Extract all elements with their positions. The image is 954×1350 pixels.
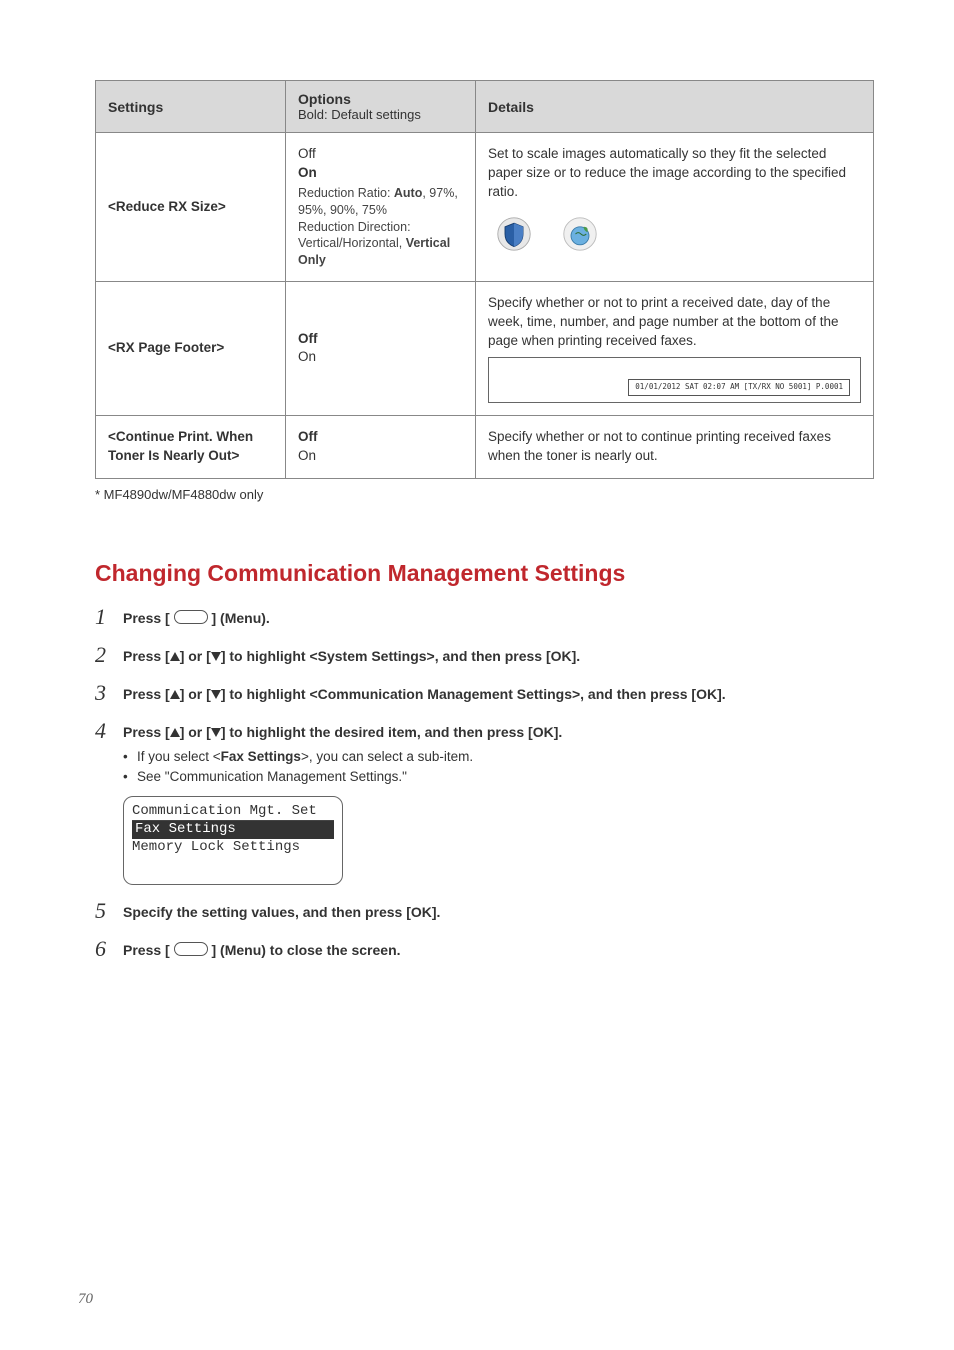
step-number: 5 bbox=[95, 899, 123, 923]
details-cell: Specify whether or not to print a receiv… bbox=[476, 282, 874, 416]
t: Press [ bbox=[123, 686, 170, 702]
step-text-pre: Press [ bbox=[123, 610, 174, 626]
b1b: Fax Settings bbox=[221, 749, 301, 764]
lcd-screen: Communication Mgt. Set Fax Settings Memo… bbox=[123, 796, 343, 886]
page-content: Settings Options Bold: Default settings … bbox=[0, 0, 954, 962]
globe-eco-icon bbox=[562, 216, 598, 252]
t: ] to highlight <Communication Management… bbox=[221, 686, 726, 702]
settings-table: Settings Options Bold: Default settings … bbox=[95, 80, 874, 479]
details-text: Set to scale images automatically so the… bbox=[488, 145, 861, 202]
option-off: Off bbox=[298, 428, 463, 447]
t: ] or [ bbox=[180, 724, 211, 740]
table-header-row: Settings Options Bold: Default settings … bbox=[96, 81, 874, 133]
up-arrow-icon bbox=[170, 728, 180, 737]
step-text-post: ] (Menu). bbox=[208, 610, 270, 626]
bullet-see-ref: See "Communication Management Settings." bbox=[123, 767, 562, 787]
options-cell: Off On bbox=[286, 282, 476, 416]
down-arrow-icon bbox=[211, 728, 221, 737]
page-number: 70 bbox=[78, 1291, 93, 1308]
step-5: 5 Specify the setting values, and then p… bbox=[95, 899, 874, 923]
section-heading: Changing Communication Management Settin… bbox=[95, 560, 874, 587]
col-options-label: Options bbox=[298, 91, 351, 107]
t: Press [ bbox=[123, 724, 170, 740]
icon-row bbox=[496, 216, 861, 252]
setting-name: <Continue Print. When Toner Is Nearly Ou… bbox=[96, 415, 286, 478]
row-rx-page-footer: <RX Page Footer> Off On Specify whether … bbox=[96, 282, 874, 416]
lcd-line-1: Communication Mgt. Set bbox=[132, 803, 334, 822]
options-cell: Off On bbox=[286, 415, 476, 478]
t: ] or [ bbox=[180, 648, 211, 664]
menu-button-icon bbox=[174, 942, 208, 956]
col-options-sub: Bold: Default settings bbox=[298, 107, 463, 122]
setting-name: <Reduce RX Size> bbox=[96, 133, 286, 282]
step-number: 4 bbox=[95, 719, 123, 743]
option-on: On bbox=[298, 348, 463, 367]
footer-sample-box: 01/01/2012 SAT 02:07 AM [TX/RX NO 5001] … bbox=[488, 357, 861, 403]
footer-sample-text: 01/01/2012 SAT 02:07 AM [TX/RX NO 5001] … bbox=[628, 379, 850, 396]
details-cell: Specify whether or not to continue print… bbox=[476, 415, 874, 478]
steps-list: 1 Press [ ] (Menu). 2 Press [ ] or [ ] to … bbox=[95, 605, 874, 962]
options-cell: Off On Reduction Ratio: Auto, 97%, 95%, … bbox=[286, 133, 476, 282]
t: ] to highlight the desired item, and the… bbox=[221, 724, 562, 740]
step-2: 2 Press [ ] or [ ] to highlight <System Se… bbox=[95, 643, 874, 667]
row-reduce-rx-size: <Reduce RX Size> Off On Reduction Ratio:… bbox=[96, 133, 874, 282]
opt-sub1b: Auto bbox=[394, 186, 422, 200]
b1a: If you select < bbox=[137, 749, 221, 764]
down-arrow-icon bbox=[211, 652, 221, 661]
option-on: On bbox=[298, 164, 463, 183]
option-off: Off bbox=[298, 330, 463, 349]
down-arrow-icon bbox=[211, 690, 221, 699]
step-number: 1 bbox=[95, 605, 123, 629]
step-6: 6 Press [ ] (Menu) to close the screen. bbox=[95, 937, 874, 961]
shield-icon bbox=[496, 216, 532, 252]
t: Press [ bbox=[123, 648, 170, 664]
step-text-pre: Press [ bbox=[123, 942, 174, 958]
step-1: 1 Press [ ] (Menu). bbox=[95, 605, 874, 629]
col-details: Details bbox=[476, 81, 874, 133]
t: ] or [ bbox=[180, 686, 211, 702]
col-options: Options Bold: Default settings bbox=[286, 81, 476, 133]
b1c: >, you can select a sub-item. bbox=[301, 749, 473, 764]
details-text: Specify whether or not to print a receiv… bbox=[488, 294, 861, 351]
option-on: On bbox=[298, 447, 463, 466]
up-arrow-icon bbox=[170, 690, 180, 699]
row-continue-print: <Continue Print. When Toner Is Nearly Ou… bbox=[96, 415, 874, 478]
step-number: 2 bbox=[95, 643, 123, 667]
bullet-fax-settings: If you select <Fax Settings>, you can se… bbox=[123, 747, 562, 767]
step-4: 4 Press [ ] or [ ] to highlight the desire… bbox=[95, 719, 874, 885]
col-settings: Settings bbox=[96, 81, 286, 133]
setting-name: <RX Page Footer> bbox=[96, 282, 286, 416]
option-off: Off bbox=[298, 145, 463, 164]
menu-button-icon bbox=[174, 610, 208, 624]
step-3: 3 Press [ ] or [ ] to highlight <Communica… bbox=[95, 681, 874, 705]
opt-sub1a: Reduction Ratio: bbox=[298, 186, 394, 200]
step-text: Specify the setting values, and then pre… bbox=[123, 904, 440, 920]
step-text-post: ] (Menu) to close the screen. bbox=[208, 942, 401, 958]
step-number: 3 bbox=[95, 681, 123, 705]
footnote: * MF4890dw/MF4880dw only bbox=[95, 487, 874, 502]
details-cell: Set to scale images automatically so the… bbox=[476, 133, 874, 282]
opt-sub2a: Reduction Direction: Vertical/Horizontal… bbox=[298, 220, 411, 251]
lcd-line-2-selected: Fax Settings bbox=[132, 821, 334, 839]
lcd-line-3: Memory Lock Settings bbox=[132, 839, 334, 857]
up-arrow-icon bbox=[170, 652, 180, 661]
t: ] to highlight <System Settings>, and th… bbox=[221, 648, 580, 664]
step-number: 6 bbox=[95, 937, 123, 961]
